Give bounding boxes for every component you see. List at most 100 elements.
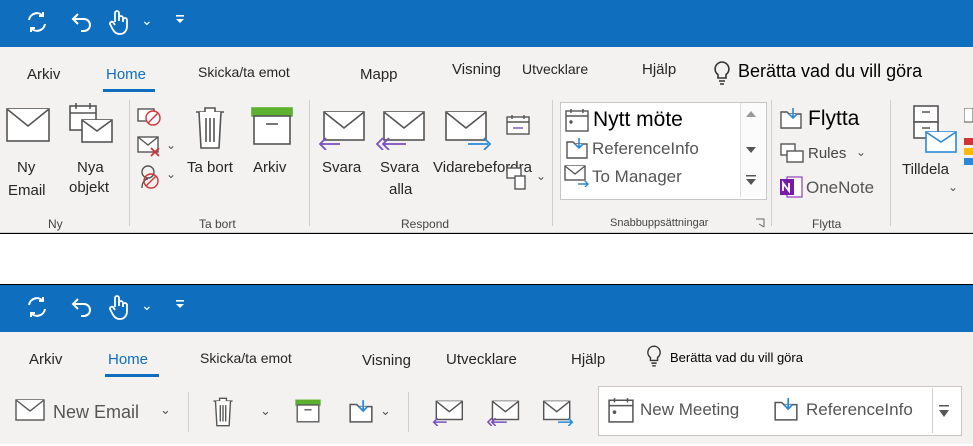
new-email-dropdown-icon[interactable]: ⌄ [160,402,171,418]
tab-hjalp[interactable]: Hjälp [571,351,605,368]
move-icon [779,106,803,130]
quick-step-reference-info[interactable]: ReferenceInfo [806,400,913,420]
undo-icon[interactable] [70,10,94,34]
tab-visning[interactable]: Visning [452,61,501,78]
toolbar-separator [188,392,189,432]
tab-utvecklare[interactable]: Utvecklare [446,351,517,368]
group-separator [309,100,310,226]
tab-mapp[interactable]: Mapp [360,66,398,83]
tab-skicka-ta-emot[interactable]: Skicka/ta emot [200,350,292,366]
tab-arkiv[interactable]: Arkiv [27,66,60,83]
reply-all-label-2[interactable]: alla [389,180,412,200]
sync-icon[interactable] [24,9,50,35]
delete-dropdown-icon[interactable]: ⌄ [260,403,271,419]
gallery-more-icon[interactable] [745,174,757,186]
junk-dropdown-icon[interactable]: ⌄ [166,167,176,181]
quick-step-new-meeting[interactable]: Nytt möte [593,109,683,130]
active-tab-indicator [105,374,159,377]
dialog-launcher-icon[interactable] [755,218,765,228]
sync-icon[interactable] [24,294,50,320]
archive-label[interactable]: Arkiv [253,158,286,178]
move-to-folder-icon [565,136,589,160]
rules-label[interactable]: Rules [808,144,846,164]
ignore-icon[interactable] [137,106,163,128]
gallery-more-icon[interactable] [938,404,950,418]
tab-visning[interactable]: Visning [362,352,411,369]
archive-icon[interactable] [294,399,322,423]
new-email-icon [15,399,45,421]
scroll-up-icon[interactable] [745,110,757,118]
lightbulb-icon[interactable] [713,60,731,86]
move-icon[interactable] [348,398,374,424]
more-respond-icon[interactable] [505,166,533,190]
rules-dropdown-icon[interactable]: ⌄ [856,145,866,159]
group-separator [552,100,553,226]
reply-icon [318,110,366,150]
group-label-ta-bort: Ta bort [199,217,236,231]
quick-step-reference-info[interactable]: ReferenceInfo [592,139,699,159]
tell-me-search[interactable]: Berätta vad du vill göra [670,350,803,365]
categorize-icon[interactable] [964,108,973,170]
tell-me-search[interactable]: Berätta vad du vill göra [738,61,922,82]
quick-step-new-meeting[interactable]: New Meeting [640,400,739,420]
rules-icon [779,142,805,164]
group-separator [129,100,130,226]
tab-skicka-ta-emot[interactable]: Skicka/ta emot [198,64,290,80]
move-dropdown-icon[interactable]: ⌄ [380,403,391,419]
tab-home[interactable]: Home [106,66,146,83]
reply-all-label-1[interactable]: Svara [380,158,419,178]
lightbulb-icon[interactable] [646,344,662,368]
onenote-icon [779,176,803,198]
gallery-separator [932,388,933,433]
active-tab-indicator [103,89,155,92]
touch-mode-icon[interactable] [108,8,130,36]
onenote-label[interactable]: OneNote [806,178,874,198]
move-label[interactable]: Flytta [808,108,859,129]
customize-toolbar-icon[interactable] [175,299,185,309]
delete-icon[interactable] [212,397,234,427]
more-respond-dropdown-icon[interactable]: ⌄ [536,169,546,183]
move-to-folder-icon [773,396,799,422]
assign-label[interactable]: Tilldela [902,160,949,180]
meeting-reply-icon[interactable] [505,114,531,136]
forward-icon[interactable] [542,400,574,426]
new-email-label-1[interactable]: Ny [17,158,35,178]
ribbon: Ny Email Nya objekt Ny ⌄ ⌄ Ta bort Arkiv… [0,94,973,233]
tab-hjalp[interactable]: Hjälp [642,61,676,78]
comparison-divider [0,233,973,285]
new-items-label-2[interactable]: objekt [69,178,109,198]
reply-icon[interactable] [432,400,464,426]
undo-icon[interactable] [70,295,94,319]
new-items-icon [68,102,114,146]
title-bar: ⌄ [0,0,973,47]
touch-dropdown-icon[interactable]: ⌄ [141,12,153,29]
touch-mode-icon[interactable] [108,293,130,321]
reply-all-icon[interactable] [487,400,520,426]
reply-label[interactable]: Svara [322,158,361,178]
scroll-down-icon[interactable] [745,146,757,154]
forward-icon [444,110,492,150]
touch-dropdown-icon[interactable]: ⌄ [141,297,153,314]
junk-icon[interactable] [137,164,163,190]
tab-arkiv[interactable]: Arkiv [29,351,62,368]
tab-utvecklare[interactable]: Utvecklare [522,61,588,77]
delete-label[interactable]: Ta bort [187,158,233,178]
new-email-button[interactable]: New Email [53,402,139,422]
tab-home[interactable]: Home [108,351,148,368]
assign-dropdown-icon[interactable]: ⌄ [948,180,958,194]
new-items-label-1[interactable]: Nya [77,158,104,178]
group-label-ny: Ny [48,217,63,231]
new-email-icon [6,108,50,142]
group-separator [771,100,772,226]
clean-up-dropdown-icon[interactable]: ⌄ [166,138,176,152]
new-email-label-2[interactable]: Email [8,181,46,201]
clean-up-icon[interactable] [137,136,163,158]
title-bar-simplified: ⌄ [0,285,973,332]
customize-toolbar-icon[interactable] [175,14,185,24]
archive-icon [250,106,294,146]
reply-all-icon [376,110,426,150]
assign-policy-icon [912,104,958,154]
toolbar-separator [408,392,409,432]
quick-step-to-manager[interactable]: To Manager [592,167,682,187]
group-label-flytta: Flytta [812,217,842,231]
